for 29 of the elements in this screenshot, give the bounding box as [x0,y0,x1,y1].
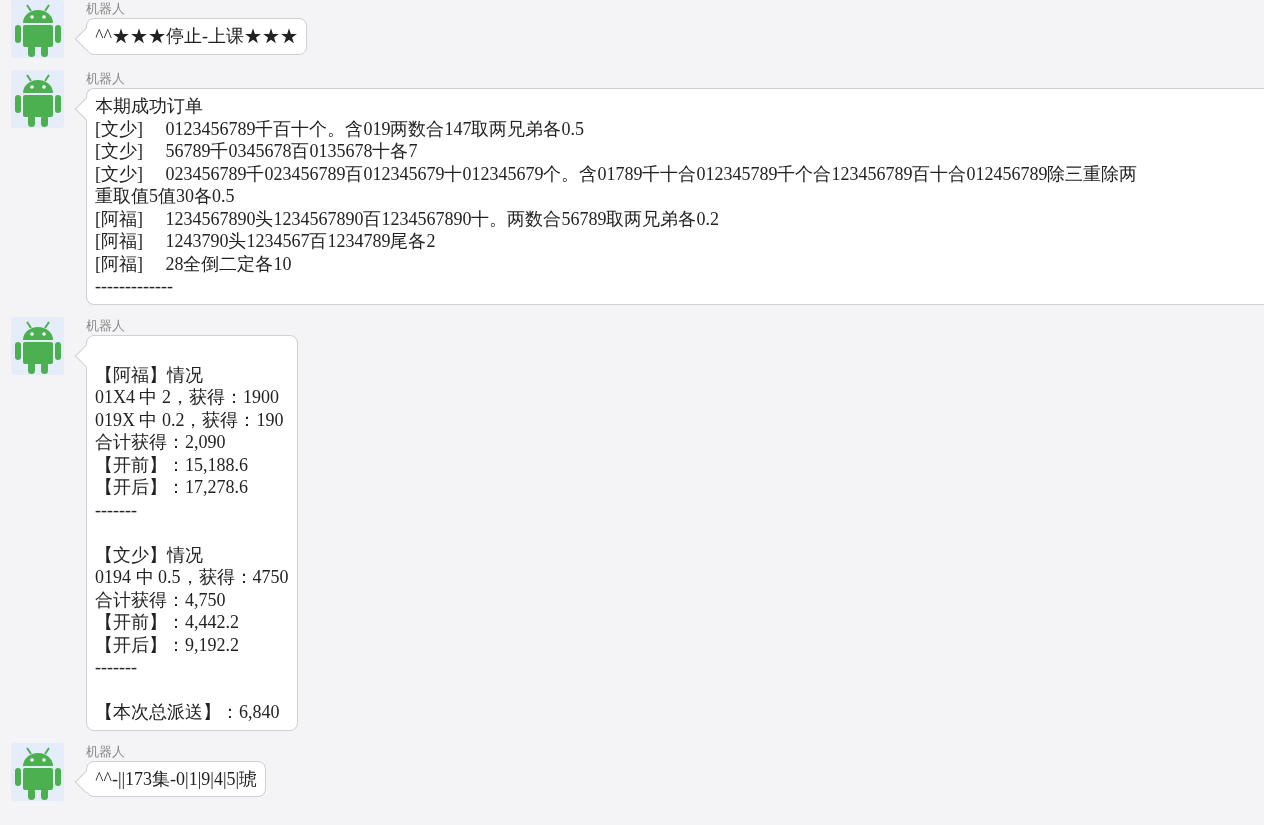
message-line: [文少] 0123456789千百十个。含019两数合147取两兄弟各0.5 [95,117,585,140]
message-line: 01X4 中 2，获得：1900 [95,386,280,409]
message-line: ------- [95,656,138,679]
message-line: 【开后】：17,278.6 [95,476,249,499]
message-line: ^^★★★停止-上课★★★ [95,25,298,48]
sender-name: 机器人 [86,0,125,18]
message-line: 【本次总派送】：6,840 [95,701,281,724]
message-line: 【开后】：9,192.2 [95,633,240,656]
message-line: 【开前】：15,188.6 [95,453,249,476]
sender-name: 机器人 [86,70,125,88]
message-line: [文少] 56789千0345678百0135678十各7 [95,140,419,163]
message-line: [阿福] 1243790头1234567百1234789尾各2 [95,230,437,253]
message-line: 019X 中 0.2，获得：190 [95,408,285,431]
message-line: 合计获得：4,750 [95,588,227,611]
message-line: 0194 中 0.5，获得：4750 [95,566,289,589]
message-line: [文少] 023456789千023456789百012345679十012345679个。含01789千十合012345789千个合123456789百十合012456789除三重除两 [95,162,1139,185]
message-line: 【文少】情况 [95,543,204,566]
message-line: 本期成功订单 [95,95,204,118]
message-line: [阿福] 28全倒二定各10 [95,252,293,275]
sender-name: 机器人 [86,316,125,335]
message-line: ^^-||173集-0|1|9|4|5|琥 [95,767,258,790]
message-line: [阿福] 1234567890头1234567890百1234567890十。两数合56789取两兄弟各0.2 [95,207,720,230]
sender-name: 机器人 [86,742,125,761]
message-line: ------------- [95,275,174,298]
message-line: 重取值5值30各0.5 [95,185,236,208]
message-line: 合计获得：2,090 [95,431,227,454]
message-line: 【阿福】情况 [95,363,204,386]
message-line: 【开前】：4,442.2 [95,611,240,634]
message-line: ------- [95,498,138,521]
